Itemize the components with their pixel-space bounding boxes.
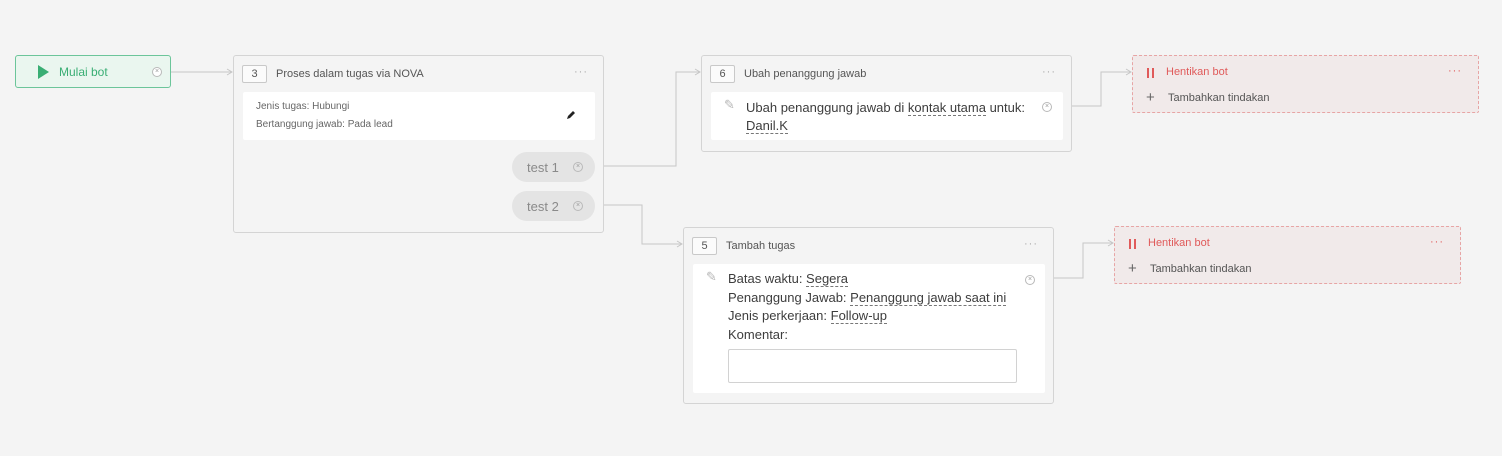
plus-icon[interactable]: + (1128, 261, 1137, 276)
branch-label: test 1 (527, 159, 559, 175)
play-icon (38, 64, 49, 79)
stop-bot-label: Hentikan bot (1148, 237, 1210, 249)
stop-bot-label: Hentikan bot (1166, 66, 1228, 78)
remove-connection-icon[interactable]: × (573, 201, 583, 211)
node-header: 6 Ubah penanggung jawab (710, 64, 866, 84)
start-bot-label: Mulai bot (59, 64, 108, 79)
task-details: Batas waktu: Segera Penanggung Jawab: Pe… (728, 270, 1007, 344)
work-type-value[interactable]: Follow-up (830, 308, 887, 324)
change-responsible-text: Ubah penanggung jawab di kontak utama un… (746, 100, 1025, 134)
assignee-value[interactable]: Penanggung jawab saat ini (850, 289, 1007, 306)
branch-test-1[interactable]: test 1 × (512, 152, 595, 182)
remove-connection-icon[interactable]: × (1042, 102, 1052, 112)
responsible-text: Bertanggung jawab: Pada lead (256, 119, 393, 130)
remove-connection-icon[interactable]: × (152, 67, 162, 77)
pause-icon (1147, 68, 1154, 78)
remove-connection-icon[interactable]: × (1025, 275, 1035, 285)
task-type-text: Jenis tugas: Hubungi (256, 101, 350, 112)
pencil-icon[interactable] (565, 109, 577, 121)
remove-connection-icon[interactable]: × (573, 162, 583, 172)
node-number: 5 (692, 237, 717, 255)
deadline-value[interactable]: Segera (806, 271, 848, 287)
node-title: Ubah penanggung jawab (744, 68, 867, 80)
stop-bot-node[interactable]: Hentikan bot ··· + Tambahkan tindakan (1114, 226, 1461, 284)
branch-label: test 2 (527, 198, 559, 214)
node-settings-panel[interactable]: ✎ Batas waktu: Segera Penanggung Jawab: … (693, 264, 1045, 393)
wire-test1-to-6 (588, 71, 700, 167)
node-menu-icon[interactable]: ··· (1024, 238, 1038, 250)
node-change-responsible[interactable]: 6 Ubah penanggung jawab ··· ✎ Ubah penan… (701, 55, 1072, 152)
node-number: 3 (242, 65, 267, 83)
stop-bot-node[interactable]: Hentikan bot ··· + Tambahkan tindakan (1132, 55, 1479, 113)
assignee-row: Penanggung Jawab: Penanggung jawab saat … (728, 289, 1007, 306)
work-type-row: Jenis perkerjaan: Follow-up (728, 308, 887, 324)
node-title: Tambah tugas (726, 240, 796, 252)
pause-icon (1129, 239, 1136, 249)
node-settings-panel[interactable]: ✎ Ubah penanggung jawab di kontak utama … (711, 92, 1063, 140)
node-settings-panel[interactable]: Jenis tugas: Hubungi Bertanggung jawab: … (243, 92, 595, 140)
user-link[interactable]: Danil.K (746, 118, 788, 134)
start-bot-node[interactable]: Mulai bot × (15, 55, 171, 88)
node-menu-icon[interactable]: ··· (1448, 65, 1462, 77)
comment-label: Komentar: (728, 326, 788, 342)
node-process-task[interactable]: 3 Proses dalam tugas via NOVA ··· Jenis … (233, 55, 604, 233)
comment-input[interactable] (728, 349, 1017, 383)
node-header: 3 Proses dalam tugas via NOVA (242, 64, 424, 84)
node-menu-icon[interactable]: ··· (1042, 66, 1056, 78)
node-title: Proses dalam tugas via NOVA (276, 68, 424, 80)
deadline-row: Batas waktu: Segera (728, 271, 848, 287)
add-action-link[interactable]: Tambahkan tindakan (1168, 92, 1270, 104)
node-menu-icon[interactable]: ··· (574, 66, 588, 78)
branch-test-2[interactable]: test 2 × (512, 191, 595, 221)
pencil-icon[interactable]: ✎ (706, 269, 717, 285)
plus-icon[interactable]: + (1146, 90, 1155, 105)
node-add-task[interactable]: 5 Tambah tugas ··· ✎ Batas waktu: Segera… (683, 227, 1054, 404)
main-contact-link[interactable]: kontak utama (907, 100, 986, 116)
node-header: 5 Tambah tugas (692, 236, 795, 256)
bot-canvas: Mulai bot × 3 Proses dalam tugas via NOV… (0, 0, 1502, 456)
add-action-link[interactable]: Tambahkan tindakan (1150, 263, 1252, 275)
node-number: 6 (710, 65, 735, 83)
pencil-icon[interactable]: ✎ (724, 97, 735, 113)
node-menu-icon[interactable]: ··· (1430, 236, 1444, 248)
